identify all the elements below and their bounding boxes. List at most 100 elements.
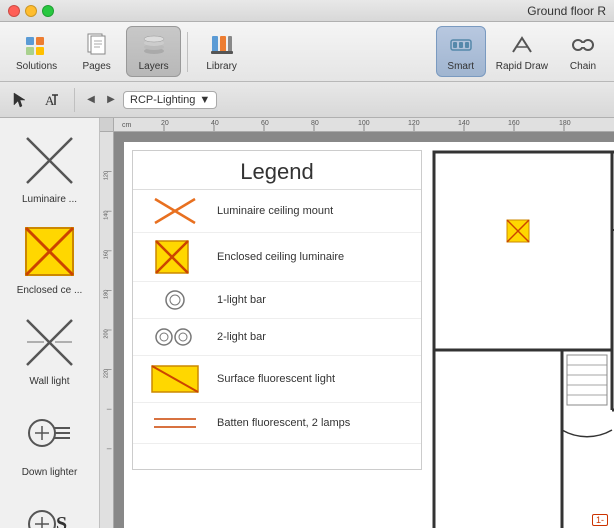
canvas-content[interactable]: Legend Luminaire ceiling mount bbox=[114, 132, 614, 528]
layers-icon bbox=[140, 31, 168, 59]
svg-text:200: 200 bbox=[104, 329, 110, 338]
rapid-draw-button[interactable]: Rapid Draw bbox=[488, 26, 556, 77]
ruler-corner bbox=[100, 118, 114, 132]
legend-title: Legend bbox=[133, 151, 421, 190]
solutions-button[interactable]: Solutions bbox=[6, 27, 67, 76]
rapid-draw-icon bbox=[508, 31, 536, 59]
legend-item-luminaire: Luminaire ceiling mount bbox=[133, 190, 421, 233]
legend-2light-icon bbox=[145, 325, 205, 349]
legend-item-1light: 1-light bar bbox=[133, 282, 421, 319]
chain-icon bbox=[569, 31, 597, 59]
pages-icon bbox=[83, 31, 111, 59]
legend-1light-text: 1-light bar bbox=[217, 294, 266, 306]
layers-button[interactable]: Layers bbox=[126, 26, 181, 77]
legend-batten-text: Batten fluorescent, 2 lamps bbox=[217, 417, 350, 429]
legend-1light-icon bbox=[145, 288, 205, 312]
enclosed-label: Enclosed ce ... bbox=[17, 285, 83, 296]
s-circle-icon: S bbox=[20, 494, 80, 528]
legend-2light-text: 2-light bar bbox=[217, 331, 266, 343]
down-lighter-label: Down lighter bbox=[22, 467, 78, 478]
chain-button[interactable]: Chain bbox=[558, 26, 608, 77]
select-tool[interactable] bbox=[6, 86, 34, 114]
layer-name: RCP-Lighting bbox=[130, 94, 195, 106]
svg-text:220: 220 bbox=[104, 369, 110, 378]
svg-text:60: 60 bbox=[261, 120, 269, 127]
svg-text:20: 20 bbox=[161, 120, 169, 127]
svg-text:140: 140 bbox=[458, 120, 470, 127]
library-label: Library bbox=[206, 61, 237, 72]
smart-icon bbox=[447, 31, 475, 59]
svg-text:cm: cm bbox=[122, 122, 132, 129]
legend-item-batten: Batten fluorescent, 2 lamps bbox=[133, 403, 421, 444]
text-tool[interactable]: A bbox=[38, 86, 66, 114]
legend-item-2light: 2-light bar bbox=[133, 319, 421, 356]
legend-enclosed-icon bbox=[145, 239, 205, 275]
next-layer-arrow[interactable]: ▶ bbox=[103, 92, 119, 108]
library-button[interactable]: Library bbox=[194, 27, 249, 76]
sidebar-item-s[interactable]: S bbox=[5, 490, 95, 528]
rapid-draw-label: Rapid Draw bbox=[496, 61, 548, 72]
legend-box: Legend Luminaire ceiling mount bbox=[132, 150, 422, 470]
svg-text:100: 100 bbox=[358, 120, 370, 127]
secondary-toolbar: A ◀ ▶ RCP-Lighting ▼ bbox=[0, 82, 614, 118]
floor-plan-svg bbox=[432, 150, 614, 528]
legend-batten-icon bbox=[145, 409, 205, 437]
title-bar: Ground floor R bbox=[0, 0, 614, 22]
luminaire-label: Luminaire ... bbox=[22, 194, 77, 205]
svg-text:80: 80 bbox=[311, 120, 319, 127]
sidebar-item-enclosed[interactable]: Enclosed ce ... bbox=[5, 217, 95, 300]
close-button[interactable] bbox=[8, 5, 20, 17]
left-sidebar: Luminaire ... Enclosed ce ... bbox=[0, 118, 100, 528]
right-toolbar: Smart Rapid Draw Chain bbox=[436, 26, 608, 77]
legend-enclosed-text: Enclosed ceiling luminaire bbox=[217, 251, 344, 263]
luminaire-icon bbox=[20, 130, 80, 190]
ruler-left: 120 140 160 180 200 220 bbox=[100, 132, 114, 528]
pages-button[interactable]: Pages bbox=[69, 27, 124, 76]
legend-item-enclosed: Enclosed ceiling luminaire bbox=[133, 233, 421, 282]
library-icon bbox=[208, 31, 236, 59]
tool-sep-1 bbox=[74, 88, 75, 112]
layer-dropdown-arrow: ▼ bbox=[199, 94, 210, 106]
svg-text:40: 40 bbox=[211, 120, 219, 127]
solutions-label: Solutions bbox=[16, 61, 57, 72]
sidebar-item-wall-light[interactable]: Wall light bbox=[5, 308, 95, 391]
window-controls bbox=[8, 5, 54, 17]
legend-fluorescent-icon bbox=[145, 362, 205, 396]
sidebar-item-down-lighter[interactable]: Down lighter bbox=[5, 399, 95, 482]
pages-label: Pages bbox=[82, 61, 110, 72]
wall-light-label: Wall light bbox=[29, 376, 69, 387]
legend-luminaire-text: Luminaire ceiling mount bbox=[217, 205, 333, 217]
enclosed-icon bbox=[20, 221, 80, 281]
smart-button[interactable]: Smart bbox=[436, 26, 486, 77]
sidebar-item-luminaire[interactable]: Luminaire ... bbox=[5, 126, 95, 209]
svg-text:180: 180 bbox=[104, 290, 110, 299]
window-title: Ground floor R bbox=[527, 4, 606, 18]
legend-item-fluorescent: Surface fluorescent light bbox=[133, 356, 421, 403]
layers-label: Layers bbox=[139, 61, 169, 72]
layer-selector[interactable]: RCP-Lighting ▼ bbox=[123, 91, 217, 109]
svg-text:180: 180 bbox=[559, 120, 571, 127]
drawing-area[interactable]: Legend Luminaire ceiling mount bbox=[124, 142, 614, 528]
legend-luminaire-icon bbox=[145, 196, 205, 226]
svg-text:120: 120 bbox=[408, 120, 420, 127]
wall-light-icon bbox=[20, 312, 80, 372]
solutions-icon bbox=[23, 31, 51, 59]
down-lighter-icon bbox=[20, 403, 80, 463]
canvas-area[interactable]: cm 20 40 60 80 100 120 140 160 180 bbox=[100, 118, 614, 528]
maximize-button[interactable] bbox=[42, 5, 54, 17]
main-content: Luminaire ... Enclosed ce ... bbox=[0, 118, 614, 528]
svg-text:S: S bbox=[56, 513, 67, 528]
smart-label: Smart bbox=[447, 61, 474, 72]
legend-fluorescent-text: Surface fluorescent light bbox=[217, 373, 335, 385]
chain-label: Chain bbox=[570, 61, 596, 72]
toolbar-sep-1 bbox=[187, 32, 188, 72]
main-toolbar: Solutions Pages Layers bbox=[0, 22, 614, 82]
svg-text:140: 140 bbox=[104, 211, 110, 220]
page-indicator: 1- bbox=[592, 514, 608, 526]
prev-layer-arrow[interactable]: ◀ bbox=[83, 92, 99, 108]
svg-text:160: 160 bbox=[508, 120, 520, 127]
svg-text:120: 120 bbox=[104, 171, 110, 180]
svg-text:160: 160 bbox=[104, 250, 110, 259]
ruler-top: cm 20 40 60 80 100 120 140 160 180 bbox=[114, 118, 614, 132]
minimize-button[interactable] bbox=[25, 5, 37, 17]
